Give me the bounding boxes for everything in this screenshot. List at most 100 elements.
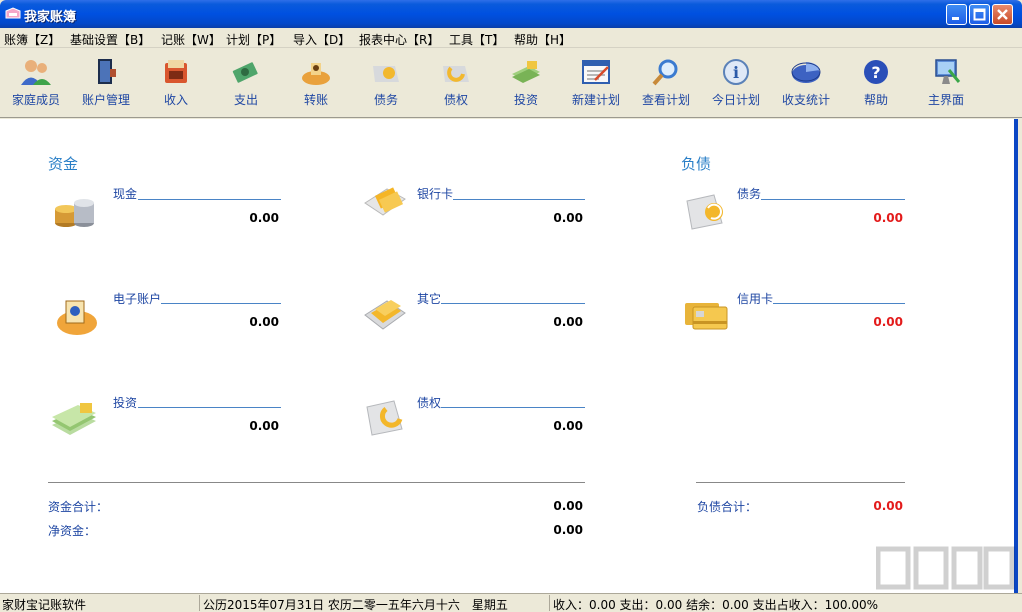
funds-cash-label: 现金	[113, 187, 138, 201]
toolbar-new-plan[interactable]: 新建计划	[561, 56, 631, 114]
liabilities-title: 负债	[681, 155, 712, 173]
status-summary: 收入：0.00 支出：0.00 结余：0.00 支出占收入：100.00%	[553, 598, 878, 612]
toolbar-home[interactable]: 主界面	[911, 56, 981, 114]
receivable-icon	[366, 400, 403, 436]
other-underline	[441, 303, 585, 304]
funds-title: 资金	[48, 155, 79, 173]
menu-help[interactable]: 帮助【H】	[514, 31, 571, 48]
funds-receivable-label: 债权	[417, 396, 442, 410]
toolbar-label: 债务	[373, 93, 398, 107]
close-button[interactable]	[992, 4, 1013, 25]
funds-bank-card-value: 0.00	[553, 211, 583, 225]
cash-underline	[138, 199, 281, 200]
liabilities-credit-card-value: 0.00	[873, 315, 903, 329]
toolbar-debt[interactable]: 债务	[351, 56, 421, 114]
net-funds-value: 0.00	[553, 523, 583, 537]
funds-divider	[48, 482, 585, 483]
menu-basic-settings[interactable]: 基础设置【B】	[70, 31, 150, 48]
bank-card-icon	[364, 187, 406, 216]
toolbar-expense[interactable]: 支出	[211, 56, 281, 114]
menu-report-center[interactable]: 报表中心【R】	[359, 31, 439, 48]
toolbar: 家庭成员 账户管理 收入 支出 转账 债务 债权 投资 新建计划 查看计划 i …	[0, 48, 1022, 118]
account-manage-icon	[98, 59, 116, 84]
toolbar-help[interactable]: ? 帮助	[841, 56, 911, 114]
svg-text:?: ?	[871, 63, 880, 82]
toolbar-account-manage[interactable]: 账户管理	[71, 56, 141, 114]
toolbar-label: 家庭成员	[11, 93, 60, 107]
today-plan-icon: i	[723, 59, 749, 85]
net-funds-label: 净资金：	[48, 524, 97, 538]
toolbar-label: 投资	[513, 93, 538, 107]
liabilities-debt-label: 债务	[737, 187, 762, 201]
status-date: 公历2015年07月31日 农历二零一五年六月十六 星期五	[203, 598, 508, 612]
funds-invest-value: 0.00	[249, 419, 279, 433]
app-logo-icon	[5, 7, 21, 19]
svg-text:i: i	[733, 63, 739, 82]
receivable-underline	[441, 407, 585, 408]
family-members-icon	[21, 60, 51, 85]
invest-icon	[512, 61, 540, 83]
funds-bank-card-label: 银行卡	[417, 187, 454, 201]
toolbar-today-plan[interactable]: i 今日计划	[701, 56, 771, 114]
help-icon: ?	[864, 60, 888, 84]
menu-import[interactable]: 导入【D】	[293, 31, 350, 48]
credit-card-icon	[685, 303, 728, 330]
funds-other-value: 0.00	[553, 315, 583, 329]
watermark-logo-icon	[876, 546, 1015, 590]
menu-bookkeeping[interactable]: 记账【W】	[161, 31, 221, 48]
toolbar-label: 帮助	[863, 93, 888, 107]
toolbar-credit[interactable]: 债权	[421, 56, 491, 114]
funds-other-label: 其它	[417, 292, 442, 306]
toolbar-transfer[interactable]: 转账	[281, 56, 351, 114]
funds-total-value: 0.00	[553, 499, 583, 513]
menu-tools[interactable]: 工具【T】	[449, 31, 504, 48]
window-title: 我家账簿	[24, 10, 77, 25]
coins-icon	[55, 199, 94, 227]
e-account-icon	[57, 300, 97, 335]
funds-total-label: 资金合计：	[48, 500, 109, 514]
maximize-icon	[973, 8, 986, 21]
other-icon	[364, 300, 406, 330]
toolbar-label: 收支统计	[781, 93, 830, 107]
status-separator	[199, 595, 200, 611]
liabilities-debt-value: 0.00	[873, 211, 903, 225]
money-stack-icon	[52, 403, 96, 435]
toolbar-invest[interactable]: 投资	[491, 56, 561, 114]
status-app-name: 家财宝记账软件	[2, 598, 87, 612]
credit-card-underline	[773, 303, 905, 304]
maximize-button[interactable]	[969, 4, 990, 25]
title-bar: 我家账簿	[0, 0, 1022, 28]
toolbar-income[interactable]: 收入	[141, 56, 211, 114]
toolbar-label: 支出	[233, 93, 258, 107]
bank-card-underline	[453, 199, 585, 200]
liabilities-credit-card-label: 信用卡	[737, 292, 774, 306]
toolbar-label: 主界面	[927, 93, 964, 107]
transfer-icon	[302, 63, 330, 85]
debt-icon	[373, 66, 399, 82]
e-account-underline	[161, 303, 281, 304]
statistics-icon	[791, 61, 821, 83]
minimize-button[interactable]	[946, 4, 967, 25]
status-bar: 家财宝记账软件 公历2015年07月31日 农历二零一五年六月十六 星期五 收入…	[0, 593, 1022, 612]
invest-underline	[138, 407, 281, 408]
menu-ledger[interactable]: 账簿【Z】	[4, 31, 60, 48]
close-icon	[997, 9, 1008, 20]
home-icon	[935, 59, 961, 84]
liability-icon	[686, 194, 723, 230]
toolbar-view-plan[interactable]: 查看计划	[631, 56, 701, 114]
toolbar-label: 收入	[163, 93, 188, 107]
toolbar-label: 债权	[443, 93, 468, 107]
status-separator	[549, 595, 550, 611]
main-panel: 资金 负债 现金 0.00 银行卡 0.00 债务 0.00 电子账户 0.00…	[0, 119, 1018, 593]
funds-e-account-label: 电子账户	[113, 292, 162, 306]
toolbar-statistics[interactable]: 收支统计	[771, 56, 841, 114]
funds-e-account-value: 0.00	[249, 315, 279, 329]
toolbar-label: 新建计划	[571, 93, 620, 107]
funds-receivable-value: 0.00	[553, 419, 583, 433]
debt-underline	[761, 199, 905, 200]
toolbar-family-members[interactable]: 家庭成员	[1, 56, 71, 114]
new-plan-icon	[582, 60, 610, 84]
menu-plan[interactable]: 计划【P】	[226, 31, 281, 48]
funds-cash-value: 0.00	[249, 211, 279, 225]
toolbar-label: 今日计划	[711, 93, 760, 107]
